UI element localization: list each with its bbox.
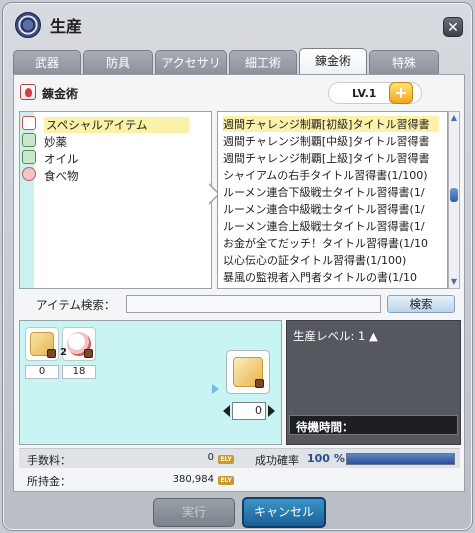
material-slot[interactable] <box>25 327 59 361</box>
increase-quantity-icon[interactable] <box>268 405 275 417</box>
title-bar[interactable]: 生産 ✕ <box>3 3 472 45</box>
skill-title: 錬金術 <box>42 87 79 101</box>
oil-icon <box>22 150 36 164</box>
quantity-stepper: 0 <box>223 402 275 420</box>
recipe-item[interactable]: ルーメン連合中級戦士タイトル習得書(1/ <box>223 201 439 217</box>
level-up-button[interactable]: + <box>389 82 413 104</box>
recipe-item[interactable]: シャイアムの右手タイトル習得書(1/100) <box>223 167 439 183</box>
ely-currency-icon: ELY <box>218 476 234 485</box>
ely-currency-icon: ELY <box>218 455 234 464</box>
production-window: 生産 ✕ 武器 防具 アクセサリー 細工術 錬金術 特殊 錬金術 LV.1 + … <box>2 2 473 531</box>
tab-special[interactable]: 特殊 <box>369 50 439 74</box>
lock-icon <box>47 349 56 358</box>
category-label: スペシャルアイテム <box>44 117 189 133</box>
search-input[interactable] <box>126 295 381 313</box>
alchemy-panel: 錬金術 LV.1 + スペシャルアイテム 妙薬 オイル 食べ物 週間チャレンジ制… <box>13 74 465 492</box>
window-title: 生産 <box>50 17 83 36</box>
tab-accessories[interactable]: アクセサリー <box>155 50 227 94</box>
recipe-item[interactable]: 週間チャレンジ制覇[初級]タイトル習得書 <box>223 116 439 132</box>
fee-value: 0 <box>207 452 214 463</box>
category-item-elixir[interactable]: 妙薬 <box>22 133 192 149</box>
recipe-item[interactable]: お金が全てだッチ！タイトル習得書(1/10 <box>223 235 439 251</box>
success-rate-bar <box>346 453 455 465</box>
material-count: 0 <box>25 365 59 379</box>
category-label: オイル <box>44 152 79 166</box>
plus-icon: + <box>394 83 408 102</box>
success-rate-label: 成功確率 <box>255 454 299 467</box>
material-count: 18 <box>62 365 96 379</box>
skill-header: 錬金術 LV.1 + <box>14 82 464 104</box>
special-item-icon <box>22 116 36 130</box>
skill-level: LV.1 <box>352 87 377 100</box>
alchemy-flask-icon <box>20 84 36 100</box>
elixir-icon <box>22 133 36 147</box>
success-rate-fill <box>347 454 454 464</box>
recipe-item[interactable]: 以心伝心の証タイトル習得書(1/100) <box>223 252 439 268</box>
recipe-item[interactable]: 暴風の監視者入門者タイトルの書(1/10 <box>223 269 439 285</box>
decrease-quantity-icon[interactable] <box>223 405 230 417</box>
money-label: 所持金： <box>27 475 71 488</box>
tab-alchemy[interactable]: 錬金術 <box>299 48 367 74</box>
success-rate-unit: % <box>333 452 345 465</box>
material-quantity-badge: 2 <box>60 347 67 358</box>
category-label: 食べ物 <box>44 169 79 183</box>
tab-armor[interactable]: 防具 <box>83 50 153 74</box>
scroll-down-icon[interactable]: ▼ <box>450 278 458 286</box>
tab-weapons[interactable]: 武器 <box>13 50 81 74</box>
category-list: スペシャルアイテム 妙薬 オイル 食べ物 <box>19 111 212 289</box>
success-rate-number: 100 <box>307 452 330 465</box>
money-row: 所持金： 380,984 ELY <box>19 471 460 489</box>
recipe-item[interactable]: ルーメン連合下級戦士タイトル習得書(1/ <box>223 184 439 200</box>
close-button[interactable]: ✕ <box>443 17 463 37</box>
production-info-box: 生産レベル: 1 ▲ 待機時間： <box>286 320 461 445</box>
food-icon <box>22 167 36 181</box>
result-slot[interactable] <box>226 350 270 394</box>
category-item-special[interactable]: スペシャルアイテム <box>22 116 192 133</box>
recipe-item[interactable]: 週間チャレンジ制覇[上級]タイトル習得書 <box>223 150 439 166</box>
money-value: 380,984 <box>172 474 214 485</box>
lock-icon <box>255 379 264 388</box>
recipe-item[interactable]: 週間チャレンジ制覇[中級]タイトル習得書 <box>223 133 439 149</box>
search-label: アイテム検索： <box>36 298 116 312</box>
quantity-input[interactable]: 0 <box>232 402 266 420</box>
lock-icon <box>84 349 93 358</box>
wait-time-box: 待機時間： <box>289 415 458 435</box>
close-icon: ✕ <box>447 20 459 36</box>
fee-label: 手数料： <box>27 454 71 467</box>
fee-row: 手数料： 0 ELY 成功確率 100 % <box>19 448 460 468</box>
search-button[interactable]: 検索 <box>387 295 455 313</box>
category-item-oil[interactable]: オイル <box>22 150 192 166</box>
result-arrow-icon <box>212 384 219 394</box>
search-row: アイテム検索： 検索 <box>14 294 464 314</box>
tab-crafting[interactable]: 細工術 <box>229 50 297 74</box>
category-label: 妙薬 <box>44 135 67 149</box>
recipe-item[interactable]: ルーメン連合上級戦士タイトル習得書(1/ <box>223 218 439 234</box>
production-gear-icon <box>15 12 41 38</box>
category-item-food[interactable]: 食べ物 <box>22 167 192 183</box>
wait-time-label: 待機時間： <box>296 420 354 434</box>
production-level: 生産レベル: 1 ▲ <box>293 329 378 343</box>
cancel-button[interactable]: キャンセル <box>242 497 326 528</box>
tab-bar: 武器 防具 アクセサリー 細工術 錬金術 特殊 <box>13 48 441 94</box>
recipe-list: 週間チャレンジ制覇[初級]タイトル習得書 週間チャレンジ制覇[中級]タイトル習得… <box>217 111 448 289</box>
success-rate-value: 100 % <box>307 452 345 465</box>
scroll-up-icon[interactable]: ▲ <box>450 114 458 122</box>
scroll-thumb[interactable] <box>450 188 458 202</box>
recipe-scrollbar[interactable]: ▲ ▼ <box>448 111 460 289</box>
execute-button[interactable]: 実行 <box>153 498 235 527</box>
material-slot[interactable]: 2 <box>60 327 96 361</box>
